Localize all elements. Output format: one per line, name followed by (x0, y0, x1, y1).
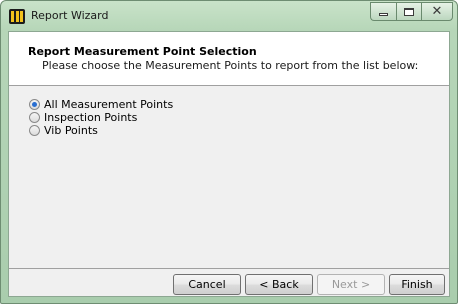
minimize-icon (379, 13, 388, 16)
wizard-header: Report Measurement Point Selection Pleas… (9, 32, 449, 86)
option-inspection-points[interactable]: Inspection Points (29, 111, 173, 124)
report-wizard-window: Report Wizard ✕ Report Measurement Point… (0, 0, 458, 304)
window-title: Report Wizard (31, 9, 109, 22)
wizard-body: Report Measurement Point Selection Pleas… (8, 31, 450, 297)
radio-vib-points[interactable] (29, 125, 40, 136)
page-title: Report Measurement Point Selection (28, 45, 257, 58)
option-label[interactable]: Vib Points (44, 124, 98, 137)
page-subtitle: Please choose the Measurement Points to … (42, 59, 419, 72)
title-bar[interactable]: Report Wizard ✕ (1, 1, 457, 31)
close-icon: ✕ (431, 4, 443, 19)
option-label[interactable]: All Measurement Points (44, 98, 173, 111)
next-button[interactable]: Next > (317, 274, 385, 295)
option-all-measurement-points[interactable]: All Measurement Points (29, 98, 173, 111)
finish-button[interactable]: Finish (389, 274, 445, 295)
radio-all-measurement-points[interactable] (29, 99, 40, 110)
cancel-button[interactable]: Cancel (173, 274, 241, 295)
close-button[interactable]: ✕ (421, 2, 453, 21)
option-vib-points[interactable]: Vib Points (29, 124, 173, 137)
maximize-icon (404, 7, 414, 16)
footer-divider (9, 268, 449, 269)
app-icon (9, 9, 25, 24)
option-label[interactable]: Inspection Points (44, 111, 137, 124)
maximize-button[interactable] (396, 2, 421, 21)
radio-inspection-points[interactable] (29, 112, 40, 123)
back-button[interactable]: < Back (245, 274, 313, 295)
measurement-point-options: All Measurement Points Inspection Points… (29, 98, 173, 137)
minimize-button[interactable] (370, 2, 396, 21)
